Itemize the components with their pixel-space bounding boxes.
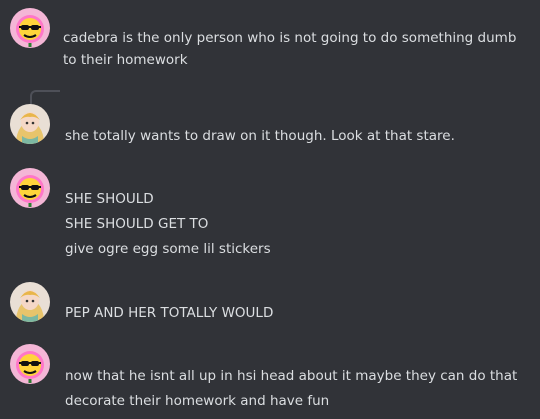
message-3: SHE SHOULD SHE SHOULD GET TO give ogre e… (0, 160, 540, 270)
blonde-girl-avatar[interactable] (10, 104, 50, 144)
message-text: cadebra is the only person who is not go… (63, 30, 517, 68)
message-1: cadebra is the only person who is not go… (0, 0, 540, 80)
message-text: give ogre egg some lil stickers (65, 241, 271, 257)
sunglasses-flower-avatar[interactable] (10, 344, 50, 384)
blonde-girl-avatar-icon (10, 282, 50, 322)
message-text: decorate their homework and have fun (65, 393, 330, 409)
message-text: she totally wants to draw on it though. … (65, 128, 455, 144)
message-text: PEP AND HER TOTALLY WOULD (65, 305, 274, 321)
message-2: she totally wants to draw on it though. … (0, 80, 540, 160)
sunglasses-flower-avatar-icon (10, 168, 50, 208)
blonde-girl-avatar-icon (10, 104, 50, 144)
sunglasses-flower-avatar[interactable] (10, 168, 50, 208)
message-5: now that he isnt all up in hsi head abou… (0, 340, 540, 419)
message-4: PEP AND HER TOTALLY WOULD (0, 270, 540, 340)
sunglasses-flower-avatar[interactable] (10, 8, 50, 48)
sunglasses-flower-avatar-icon (10, 344, 50, 384)
sunglasses-flower-avatar-icon (10, 8, 50, 48)
message-text: now that he isnt all up in hsi head abou… (65, 368, 518, 384)
message-text: SHE SHOULD (65, 191, 154, 207)
message-text: SHE SHOULD GET TO (65, 216, 209, 232)
blonde-girl-avatar[interactable] (10, 282, 50, 322)
